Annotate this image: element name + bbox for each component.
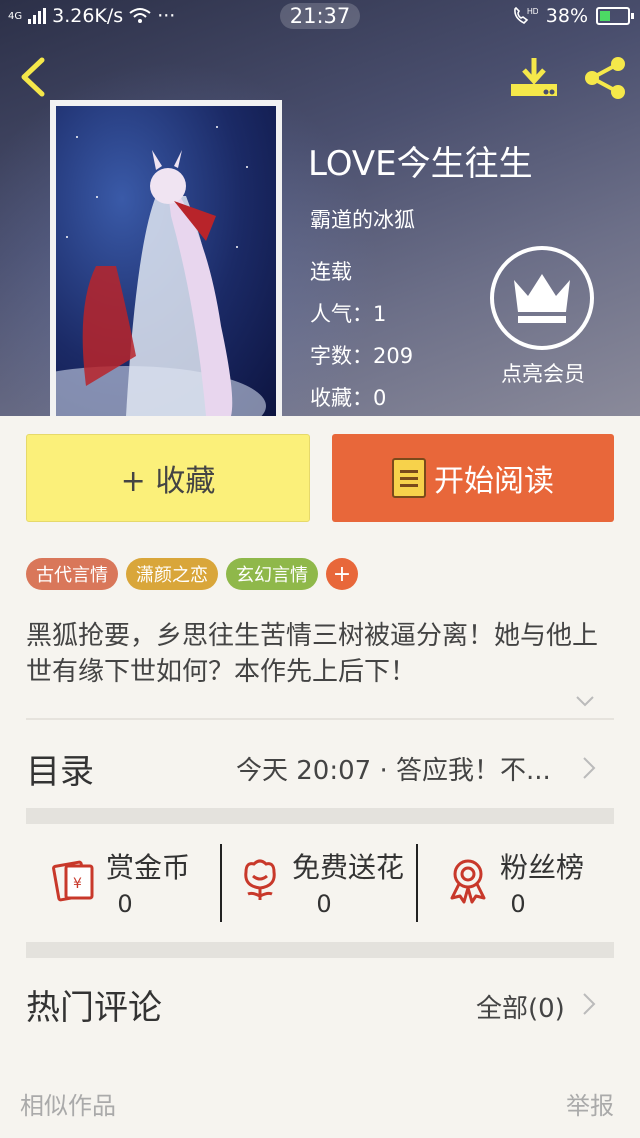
tag-item[interactable]: 潇颜之恋: [126, 558, 218, 590]
section-band: [26, 808, 614, 824]
chevron-down-icon[interactable]: [574, 690, 596, 712]
serial-status: 连载: [310, 260, 352, 284]
chevron-right-icon: [583, 757, 596, 779]
reward-coins-button[interactable]: ¥ 赏金币 0: [50, 842, 200, 922]
battery-icon: [596, 7, 634, 25]
hot-comments-title: 热门评论: [26, 988, 162, 1028]
author-name[interactable]: 霸道的冰狐: [310, 204, 415, 234]
add-favorite-label: + 收藏: [120, 464, 216, 499]
status-bar: 4G 3.26K/s ··· 21:37 HD 38%: [0, 0, 640, 34]
book-icon: [392, 458, 426, 498]
send-flower-button[interactable]: 免费送花 0: [236, 842, 412, 922]
reward-coins-count: 0: [117, 890, 133, 918]
divider: [26, 718, 614, 720]
fan-ranking-count: 0: [510, 890, 526, 918]
vip-label: 点亮会员: [501, 362, 585, 386]
book-header: 4G 3.26K/s ··· 21:37 HD 38% LOVE今生往生 霸道的…: [0, 0, 640, 416]
download-icon[interactable]: [508, 54, 560, 102]
add-tag-button[interactable]: +: [326, 558, 358, 590]
back-icon[interactable]: [14, 54, 54, 100]
hd-call-icon: HD: [513, 6, 538, 24]
favorite-count: 收藏：0: [310, 386, 387, 410]
book-cover[interactable]: [50, 100, 282, 416]
start-reading-button[interactable]: 开始阅读: [332, 434, 614, 522]
clock: 21:37: [279, 3, 361, 29]
cover-illustration: [56, 106, 276, 416]
divider: [416, 844, 418, 922]
add-favorite-button[interactable]: + 收藏: [26, 434, 310, 522]
book-description: 黑狐抢要，乡思往生苦情三树被逼分离！她与他上世有缘下世如何？本作先上后下！: [26, 621, 599, 687]
fan-ranking-button[interactable]: 粉丝榜 0: [444, 842, 592, 922]
section-band: [26, 942, 614, 958]
word-count: 字数：209: [310, 344, 414, 368]
battery-percent: 38%: [545, 5, 588, 27]
share-icon[interactable]: [580, 54, 630, 102]
vip-button[interactable]: 点亮会员: [486, 246, 600, 392]
latest-chapter: 今天 20:07 · 答应我！不...: [236, 756, 551, 786]
report-link[interactable]: 举报: [566, 1086, 614, 1121]
start-reading-label: 开始阅读: [434, 464, 554, 499]
fan-ranking-label: 粉丝榜: [500, 851, 585, 884]
tag-item[interactable]: 玄幻言情: [226, 558, 318, 590]
all-comments-label: 全部(0): [476, 994, 565, 1024]
book-title: LOVE今生往生: [308, 144, 533, 184]
toc-label: 目录: [26, 752, 94, 792]
send-flower-label: 免费送花: [292, 851, 405, 884]
reward-coins-label: 赏金币: [106, 851, 191, 884]
popularity: 人气：1: [310, 302, 387, 326]
send-flower-count: 0: [316, 890, 332, 918]
crown-icon: [514, 274, 570, 323]
divider: [220, 844, 222, 922]
tag-item[interactable]: 古代言情: [26, 558, 118, 590]
similar-works-link[interactable]: 相似作品: [20, 1086, 116, 1121]
svg-text:HD: HD: [527, 7, 538, 16]
chevron-right-icon: [583, 993, 596, 1015]
tag-list: 古代言情 潇颜之恋 玄幻言情 +: [26, 558, 358, 590]
